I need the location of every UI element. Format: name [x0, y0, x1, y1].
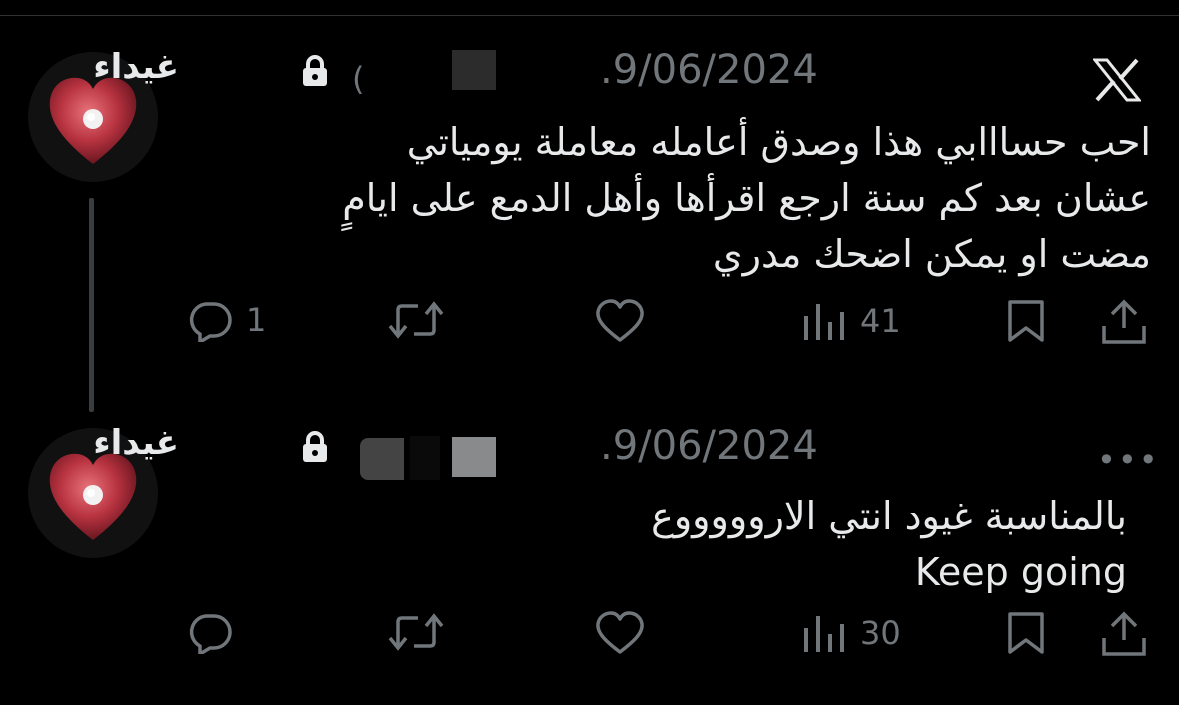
more-icon[interactable]: •••	[1097, 441, 1160, 479]
bookmark-icon	[1008, 612, 1044, 654]
x-logo-icon	[1093, 58, 1141, 102]
tweet-text-line: احب حسااابي هذا وصدق أعامله معاملة يوميا…	[406, 120, 1151, 164]
retweet-icon	[388, 301, 444, 339]
retweet-button[interactable]	[386, 298, 446, 342]
action-bar: 1 41	[0, 298, 1179, 358]
tweet[interactable]: غيداء .9/06/2024 ••• بالمناسبة غيود انتي…	[0, 410, 1179, 705]
like-button[interactable]	[594, 610, 646, 656]
views-button[interactable]: 30	[800, 610, 901, 656]
reply-icon	[189, 614, 232, 654]
bookmark-button[interactable]	[1004, 610, 1048, 656]
share-icon	[1102, 299, 1146, 344]
author-name[interactable]: غيداء	[93, 423, 179, 463]
view-count: 41	[860, 302, 901, 340]
view-count: 30	[860, 614, 901, 652]
tweet-text-line: مضت او يمكن اضحك مدري	[712, 232, 1151, 276]
tweet-date[interactable]: .9/06/2024	[600, 423, 818, 469]
retweet-icon	[388, 613, 444, 651]
share-icon	[1102, 611, 1146, 656]
lock-icon	[303, 55, 327, 86]
author-name[interactable]: غيداء	[93, 47, 179, 87]
bookmark-icon	[1008, 300, 1044, 342]
tweet-header: غيداء .9/06/2024 •••	[0, 410, 1179, 480]
views-icon	[804, 616, 844, 652]
tweet-text: احب حسااابي هذا وصدق أعامله معاملة يوميا…	[342, 114, 1151, 282]
like-button[interactable]	[594, 298, 646, 344]
reply-button[interactable]	[186, 610, 246, 654]
tweet-text-line: عشان بعد كم سنة ارجع اقرأها وأهل الدمع ع…	[342, 176, 1151, 220]
views-icon	[804, 304, 844, 340]
views-button[interactable]: 41	[800, 298, 901, 344]
tweet-date[interactable]: .9/06/2024	[600, 47, 818, 93]
redacted-handle	[410, 436, 440, 480]
retweet-button[interactable]	[386, 610, 446, 654]
lock-icon	[303, 431, 327, 462]
reply-button[interactable]: 1	[186, 298, 266, 342]
tweet-text: بالمناسبة غيود انتي الاروووووع Keep goin…	[651, 488, 1127, 600]
share-button[interactable]	[1098, 298, 1150, 346]
action-bar: 30	[0, 610, 1179, 670]
tweet-text-line: Keep going	[914, 550, 1127, 594]
like-icon	[596, 299, 644, 342]
tweet-text-line: بالمناسبة غيود انتي الاروووووع	[651, 494, 1127, 538]
reply-count: 1	[246, 301, 267, 339]
redacted-handle	[452, 50, 496, 90]
handle-paren: (	[352, 60, 365, 98]
share-button[interactable]	[1098, 610, 1150, 658]
bookmark-button[interactable]	[1004, 298, 1048, 344]
tweet[interactable]: غيداء ( .9/06/2024 احب حسااابي هذا وصدق …	[0, 16, 1179, 412]
like-icon	[596, 611, 644, 654]
tweet-header: غيداء ( .9/06/2024	[0, 16, 1179, 102]
redacted-handle	[452, 437, 496, 477]
redacted-handle	[360, 438, 404, 480]
reply-icon	[189, 302, 232, 342]
